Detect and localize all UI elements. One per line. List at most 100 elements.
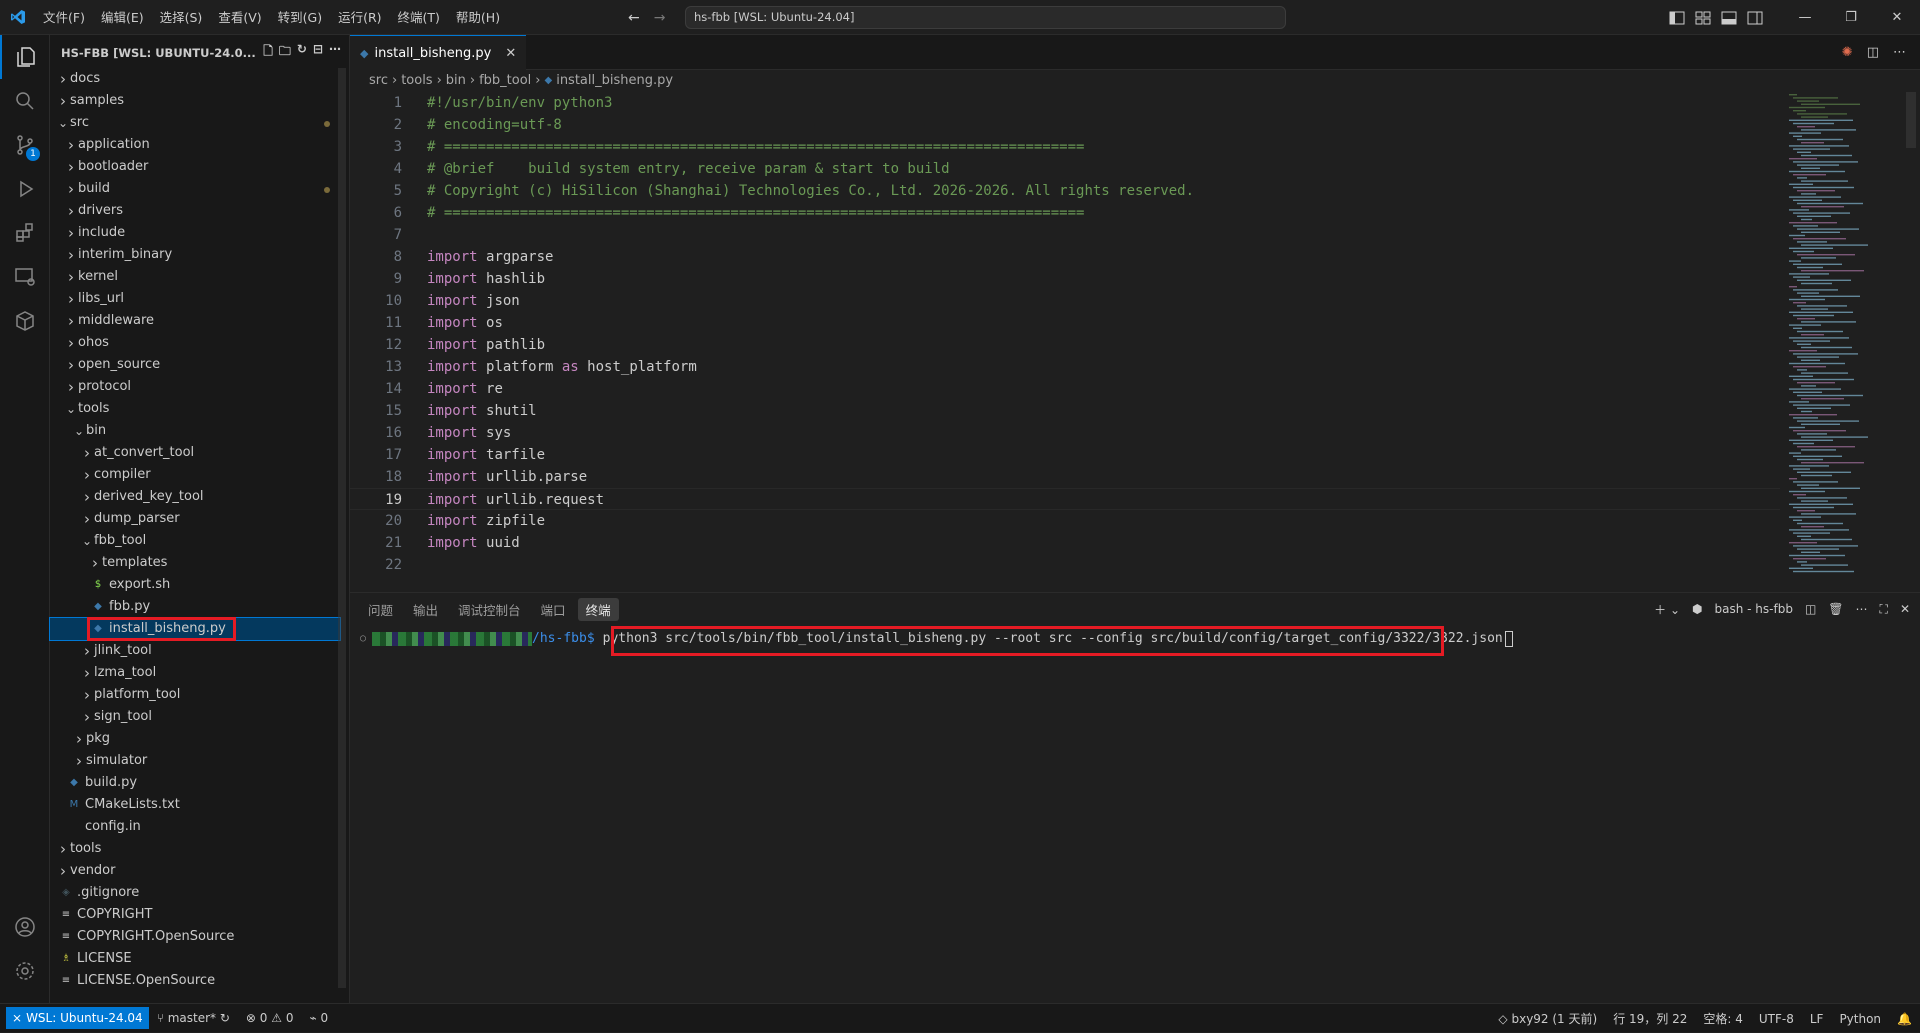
search-icon[interactable]	[0, 79, 50, 123]
tree-file[interactable]: config.in	[50, 816, 340, 838]
new-file-icon[interactable]: 🗋	[263, 42, 273, 63]
tree-file[interactable]: ≡ COPYRIGHT.OpenSource	[50, 926, 340, 948]
panel-tab[interactable]: 问题	[360, 598, 401, 621]
terminal-name[interactable]: bash - hs-fbb	[1715, 602, 1793, 616]
tree-file[interactable]: ♗ LICENSE	[50, 948, 340, 970]
maximize-panel-icon[interactable]: ⛶	[1880, 602, 1888, 617]
tree-folder[interactable]: › tools	[50, 838, 340, 860]
more-actions-icon[interactable]: ⋯	[329, 42, 341, 63]
ports-status[interactable]: ⌁ 0	[301, 1011, 336, 1025]
tree-folder[interactable]: › docs	[50, 68, 340, 90]
tree-folder[interactable]: ⌄ fbb_tool	[50, 530, 340, 552]
minimap[interactable]	[1787, 92, 1887, 592]
panel-tab[interactable]: 输出	[405, 598, 446, 621]
tree-folder[interactable]: › build	[50, 178, 340, 200]
customize-layout-icon[interactable]	[1690, 0, 1716, 35]
remote-indicator[interactable]: ⨯ WSL: Ubuntu-24.04	[6, 1007, 149, 1029]
tree-folder[interactable]: › compiler	[50, 464, 340, 486]
tree-folder[interactable]: ⌄ tools	[50, 398, 340, 420]
panel-tab[interactable]: 端口	[533, 598, 574, 621]
breadcrumb-item[interactable]: bin	[446, 70, 466, 92]
tree-folder[interactable]: › platform_tool	[50, 684, 340, 706]
run-debug-icon[interactable]	[0, 167, 50, 211]
tree-folder[interactable]: › at_convert_tool	[50, 442, 340, 464]
editor-more-icon[interactable]: ⋯	[1893, 45, 1906, 60]
tree-folder[interactable]: › templates	[50, 552, 340, 574]
source-control-icon[interactable]: 1	[0, 123, 50, 167]
breadcrumb-item[interactable]: src	[369, 70, 388, 92]
branch-status[interactable]: ⑂ master* ↻	[149, 1011, 238, 1025]
forward-arrow-icon[interactable]: →	[654, 10, 666, 26]
explorer-icon[interactable]	[0, 35, 50, 79]
tree-folder[interactable]: › jlink_tool	[50, 640, 340, 662]
panel-tab[interactable]: 终端	[577, 597, 619, 621]
tree-file[interactable]: ◆ fbb.py	[50, 596, 340, 618]
tree-file[interactable]: $ export.sh	[50, 574, 340, 596]
tree-file[interactable]: ◆ build.py	[50, 772, 340, 794]
tree-folder[interactable]: › pkg	[50, 728, 340, 750]
tree-folder[interactable]: ⌄ bin	[50, 420, 340, 442]
tree-folder[interactable]: › libs_url	[50, 288, 340, 310]
panel-more-icon[interactable]: ⋯	[1856, 602, 1868, 616]
tree-folder[interactable]: › lzma_tool	[50, 662, 340, 684]
tree-file[interactable]: ◈ .gitignore	[50, 882, 340, 904]
accounts-icon[interactable]	[0, 905, 50, 949]
menu-item[interactable]: 转到(G)	[270, 0, 330, 35]
tree-folder[interactable]: › simulator	[50, 750, 340, 772]
menu-item[interactable]: 文件(F)	[35, 0, 93, 35]
editor-scrollbar[interactable]	[1903, 92, 1917, 592]
toggle-panel-icon[interactable]	[1716, 0, 1742, 35]
tree-folder[interactable]: › open_source	[50, 354, 340, 376]
code-editor[interactable]: 1 #!/usr/bin/env python3 2 # encoding=utf-8…	[350, 92, 1780, 576]
close-tab-icon[interactable]: ✕	[505, 46, 516, 61]
tree-folder[interactable]: › bootloader	[50, 156, 340, 178]
back-arrow-icon[interactable]: ←	[628, 10, 640, 26]
git-blame-status[interactable]: ◇ bxy92 (1 天前)	[1490, 1010, 1605, 1027]
tree-folder[interactable]: › protocol	[50, 376, 340, 398]
refresh-icon[interactable]: ↻	[297, 42, 307, 63]
menu-item[interactable]: 运行(R)	[330, 0, 389, 35]
tree-folder[interactable]: ⌄ src	[50, 112, 340, 134]
tree-folder[interactable]: › dump_parser	[50, 508, 340, 530]
settings-gear-icon[interactable]	[0, 949, 50, 993]
sidebar-scrollbar[interactable]	[338, 68, 346, 988]
tree-file[interactable]: ≡ COPYRIGHT	[50, 904, 340, 926]
extensions-icon[interactable]	[0, 211, 50, 255]
notifications-bell-icon[interactable]: 🔔	[1889, 1012, 1920, 1026]
close-panel-icon[interactable]: ✕	[1900, 602, 1910, 616]
tree-folder[interactable]: › include	[50, 222, 340, 244]
breadcrumb-item[interactable]: install_bisheng.py	[556, 70, 673, 92]
tree-folder[interactable]: › vendor	[50, 860, 340, 882]
package-icon[interactable]	[0, 299, 50, 343]
eol-status[interactable]: LF	[1802, 1012, 1832, 1026]
tree-folder[interactable]: › application	[50, 134, 340, 156]
tree-folder[interactable]: › ohos	[50, 332, 340, 354]
tree-file[interactable]: M CMakeLists.txt	[50, 794, 340, 816]
problems-status[interactable]: ⊗ 0 ⚠ 0	[238, 1011, 302, 1025]
tree-folder[interactable]: › interim_binary	[50, 244, 340, 266]
menu-item[interactable]: 终端(T)	[390, 0, 448, 35]
new-folder-icon[interactable]: 🗀	[279, 42, 291, 63]
split-terminal-icon[interactable]: ◫	[1805, 602, 1816, 616]
new-terminal-icon[interactable]: ＋ ⌄	[1654, 601, 1680, 618]
breadcrumb-item[interactable]: fbb_tool	[479, 70, 531, 92]
tree-folder[interactable]: › sign_tool	[50, 706, 340, 728]
menu-item[interactable]: 查看(V)	[210, 0, 269, 35]
tree-folder[interactable]: › drivers	[50, 200, 340, 222]
cursor-position[interactable]: 行 19，列 22	[1605, 1010, 1695, 1027]
close-window-icon[interactable]: ✕	[1874, 0, 1920, 35]
restore-icon[interactable]: ❐	[1828, 0, 1874, 35]
indentation-status[interactable]: 空格: 4	[1695, 1010, 1751, 1027]
menu-item[interactable]: 编辑(E)	[93, 0, 152, 35]
collapse-all-icon[interactable]: ⊟	[313, 42, 323, 63]
toggle-secondary-sidebar-icon[interactable]	[1742, 0, 1768, 35]
tree-folder[interactable]: › kernel	[50, 266, 340, 288]
tree-file[interactable]: ≡ LICENSE.OpenSource	[50, 970, 340, 992]
encoding-status[interactable]: UTF-8	[1751, 1012, 1802, 1026]
kill-terminal-icon[interactable]: 🗑	[1828, 602, 1843, 616]
copilot-sparkle-icon[interactable]: ✺	[1842, 45, 1853, 60]
tree-folder[interactable]: › middleware	[50, 310, 340, 332]
minimize-icon[interactable]: —	[1782, 0, 1828, 35]
language-mode[interactable]: Python	[1831, 1012, 1889, 1026]
menu-item[interactable]: 帮助(H)	[448, 0, 508, 35]
